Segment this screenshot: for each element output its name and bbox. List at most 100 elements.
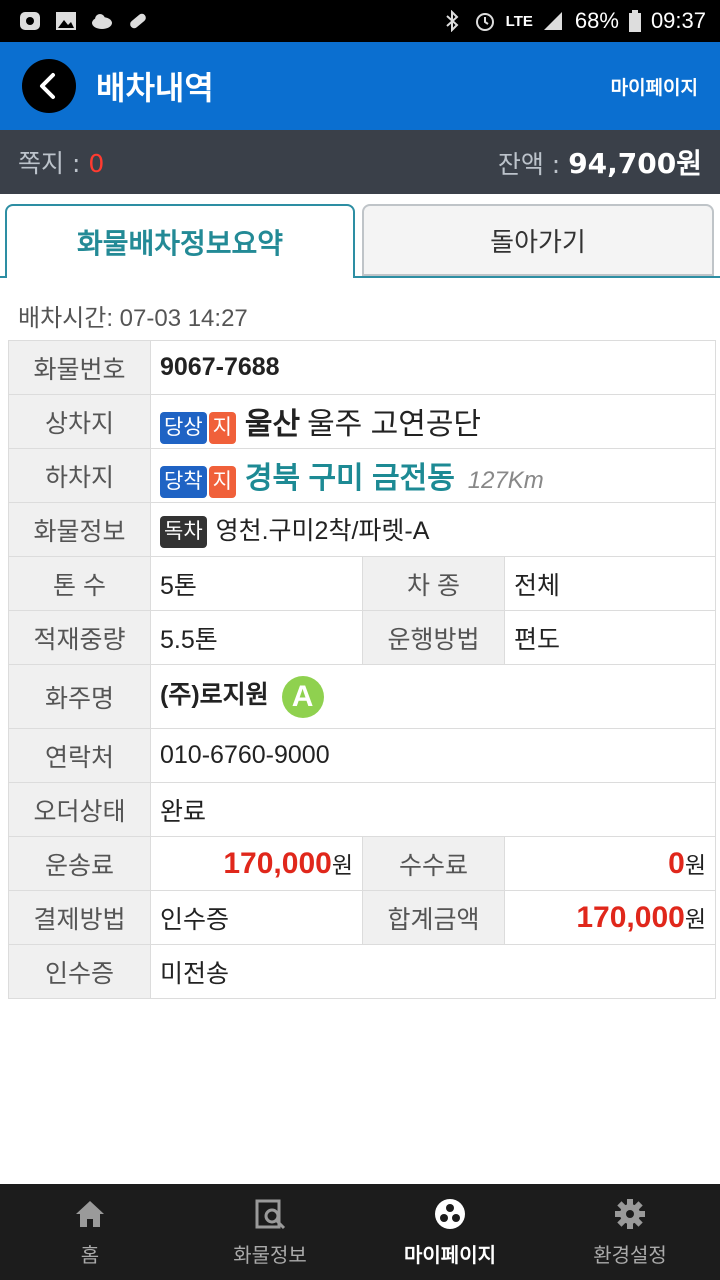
- method-value: 편도: [504, 610, 716, 665]
- distance: 127Km: [467, 467, 544, 495]
- weight-value: 5.5톤: [150, 610, 363, 665]
- cargo-info-label: 화물정보: [8, 502, 151, 557]
- tab-summary[interactable]: 화물배차정보요약: [5, 204, 355, 278]
- unload-value: 당착 지 경북 구미 금전동 127Km: [150, 448, 716, 503]
- app-notification-icon: [18, 10, 42, 32]
- table-row: 톤 수 5톤 차 종 전체: [8, 556, 716, 611]
- note-info[interactable]: 쪽지 : 0: [18, 144, 104, 180]
- nav-home[interactable]: 홈: [0, 1184, 180, 1280]
- fare-value: 170,000원: [150, 836, 363, 891]
- pill-icon: [126, 10, 150, 32]
- nav-settings[interactable]: 환경설정: [540, 1184, 720, 1280]
- table-row: 하차지 당착 지 경북 구미 금전동 127Km: [8, 448, 716, 503]
- image-notification-icon: [54, 10, 78, 32]
- fee-value: 0원: [504, 836, 716, 891]
- nav-mypage[interactable]: 마이페이지: [360, 1184, 540, 1280]
- total-value: 170,000원: [504, 890, 716, 945]
- nav-home-label: 홈: [80, 1242, 100, 1267]
- car-type-value: 전체: [504, 556, 716, 611]
- note-label: 쪽지 :: [18, 149, 89, 178]
- fare-amount: 170,000: [223, 847, 332, 880]
- back-button[interactable]: [22, 59, 76, 113]
- alarm-icon: [473, 10, 497, 32]
- mypage-icon: [435, 1198, 465, 1229]
- page-title: 배차내역: [96, 69, 214, 107]
- shipper-name: (주)로지원: [160, 681, 269, 710]
- fee-amount: 0: [668, 847, 685, 880]
- clock: 09:37: [650, 8, 706, 33]
- total-amount: 170,000: [576, 901, 685, 934]
- gear-icon: [615, 1198, 645, 1229]
- bluetooth-icon: [440, 10, 464, 32]
- method-label: 운행방법: [362, 610, 505, 665]
- order-status-value: 완료: [150, 782, 716, 837]
- order-status-label: 오더상태: [8, 782, 151, 837]
- dispatch-time: 배차시간: 07-03 14:27: [18, 305, 248, 332]
- mypage-link[interactable]: 마이페이지: [611, 73, 698, 100]
- receipt-label: 인수증: [8, 944, 151, 999]
- load-badge: 지: [208, 411, 236, 444]
- nav-settings-label: 환경설정: [593, 1242, 667, 1267]
- detail-table: 화물번호 9067-7688 상차지 당상 지 울산 울주 고연공단 하차지 당착…: [8, 340, 716, 999]
- cargo-info-text: 영천.구미2착/파렛-A: [215, 516, 430, 545]
- car-type-label: 차 종: [362, 556, 505, 611]
- table-row: 연락처 010-6760-9000: [8, 728, 716, 783]
- table-row: 인수증 미전송: [8, 944, 716, 999]
- tab-underline: [355, 276, 720, 278]
- balance-info: 잔액 : 94,700원: [498, 142, 702, 182]
- table-row: 화물번호 9067-7688: [8, 340, 716, 395]
- tab-go-back[interactable]: 돌아가기: [362, 204, 714, 276]
- load-type-badge: 당상: [160, 411, 207, 444]
- contact-label: 연락처: [8, 728, 151, 783]
- load-place: 울주 고연공단: [307, 408, 482, 442]
- cargo-info-value: 독차 영천.구미2착/파렛-A: [150, 502, 716, 557]
- load-label: 상차지: [8, 394, 151, 449]
- cloud-icon: [90, 10, 114, 32]
- cargo-no-value: 9067-7688: [150, 340, 716, 395]
- cargo-no-label: 화물번호: [8, 340, 151, 395]
- battery-icon: [628, 10, 642, 32]
- fee-label: 수수료: [362, 836, 505, 891]
- weight-label: 적재중량: [8, 610, 151, 665]
- total-unit: 원: [684, 906, 706, 932]
- payment-label: 결제방법: [8, 890, 151, 945]
- table-row: 화물정보 독차 영천.구미2착/파렛-A: [8, 502, 716, 557]
- back-arrow-icon: [40, 73, 55, 99]
- balance-label: 잔액 :: [497, 150, 569, 179]
- tab-underline: [0, 276, 5, 278]
- search-doc-icon: [255, 1199, 286, 1229]
- table-row: 결제방법 인수증 합계금액 170,000원: [8, 890, 716, 945]
- shipper-value: (주)로지원 A: [150, 664, 716, 729]
- app-bar: 배차내역 마이페이지: [0, 42, 720, 130]
- receipt-value[interactable]: 미전송: [150, 944, 716, 999]
- nav-mypage-label: 마이페이지: [404, 1242, 496, 1267]
- table-row: 적재중량 5.5톤 운행방법 편도: [8, 610, 716, 665]
- tab-bar: 화물배차정보요약 돌아가기: [0, 194, 720, 278]
- nav-cargo-info-label: 화물정보: [233, 1242, 307, 1267]
- ton-label: 톤 수: [8, 556, 151, 611]
- nav-cargo-info[interactable]: 화물정보: [180, 1184, 360, 1280]
- fee-unit: 원: [684, 852, 706, 878]
- info-bar: 쪽지 : 0 잔액 : 94,700원: [0, 130, 720, 194]
- contact-value[interactable]: 010-6760-9000: [150, 728, 716, 783]
- ton-value: 5톤: [150, 556, 363, 611]
- fare-unit: 원: [331, 852, 353, 878]
- table-row: 오더상태 완료: [8, 782, 716, 837]
- fare-label: 운송료: [8, 836, 151, 891]
- payment-value: 인수증: [150, 890, 363, 945]
- network-type: LTE: [505, 12, 533, 30]
- home-icon: [76, 1200, 104, 1227]
- load-city: 울산: [244, 408, 301, 442]
- shipper-grade-badge: A: [281, 675, 324, 718]
- table-row: 화주명 (주)로지원 A: [8, 664, 716, 729]
- unload-type-badge: 당착: [160, 465, 207, 498]
- note-count: 0: [88, 149, 105, 178]
- load-value: 당상 지 울산 울주 고연공단: [150, 394, 716, 449]
- unload-place: 경북 구미 금전동: [244, 462, 455, 496]
- table-row: 운송료 170,000원 수수료 0원: [8, 836, 716, 891]
- unload-badge: 지: [208, 465, 236, 498]
- balance-value: 94,700원: [568, 147, 702, 180]
- cargo-info-badge: 독차: [160, 516, 207, 549]
- signal-icon: [542, 10, 566, 32]
- table-row: 상차지 당상 지 울산 울주 고연공단: [8, 394, 716, 449]
